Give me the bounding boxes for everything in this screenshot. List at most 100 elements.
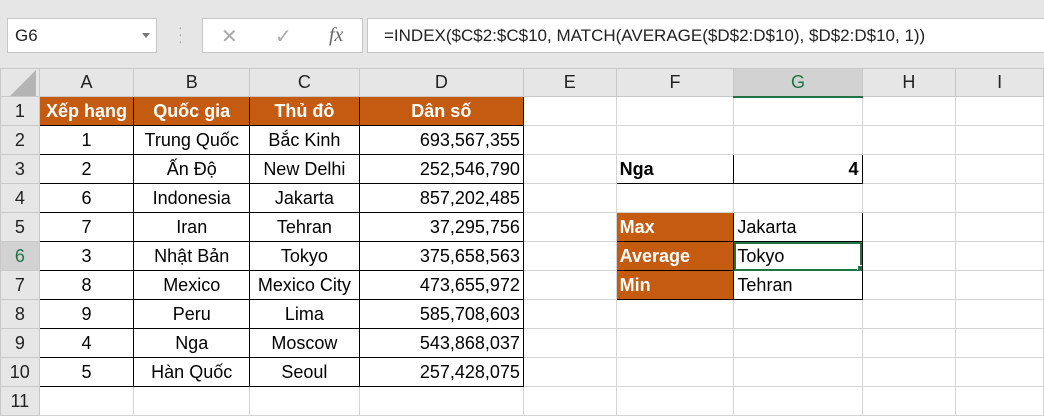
summary-label[interactable]: Average bbox=[615, 241, 735, 271]
cell-I11[interactable] bbox=[955, 386, 1044, 416]
cell-G11[interactable] bbox=[733, 386, 863, 416]
row-header-10[interactable]: 10 bbox=[0, 357, 40, 387]
table-cell[interactable]: Iran bbox=[133, 212, 250, 242]
table-cell[interactable]: 8 bbox=[38, 270, 135, 300]
cell-F9[interactable] bbox=[615, 328, 735, 358]
cell-H5[interactable] bbox=[861, 212, 957, 242]
cell-G4[interactable] bbox=[733, 183, 863, 213]
summary-value[interactable]: Tehran bbox=[733, 270, 863, 300]
table-header-cell[interactable]: Thủ đô bbox=[248, 96, 360, 126]
cell-H9[interactable] bbox=[861, 328, 957, 358]
column-header-F[interactable]: F bbox=[615, 68, 735, 97]
formula-input[interactable]: =INDEX($C$2:$C$10, MATCH(AVERAGE($D$2:D$… bbox=[367, 18, 1044, 53]
column-header-I[interactable]: I bbox=[955, 68, 1044, 97]
cell-F1[interactable] bbox=[615, 96, 735, 126]
table-cell[interactable]: 7 bbox=[38, 212, 135, 242]
table-cell[interactable]: Hàn Quốc bbox=[133, 357, 250, 387]
cell-H2[interactable] bbox=[861, 125, 957, 155]
row-header-11[interactable]: 11 bbox=[0, 386, 40, 416]
table-cell[interactable]: Nga bbox=[133, 328, 250, 358]
table-cell[interactable]: 857,202,485 bbox=[358, 183, 524, 213]
table-cell[interactable]: 2 bbox=[38, 154, 135, 184]
column-header-B[interactable]: B bbox=[133, 68, 250, 97]
row-header-3[interactable]: 3 bbox=[0, 154, 40, 184]
table-cell[interactable]: Indonesia bbox=[133, 183, 250, 213]
table-cell[interactable]: Lima bbox=[248, 299, 360, 329]
row-header-5[interactable]: 5 bbox=[0, 212, 40, 242]
insert-function-icon[interactable]: fx bbox=[329, 24, 343, 47]
column-header-H[interactable]: H bbox=[861, 68, 957, 97]
cell-I3[interactable] bbox=[955, 154, 1044, 184]
cell-A11[interactable] bbox=[38, 386, 135, 416]
lookup-value[interactable]: 4 bbox=[733, 154, 863, 184]
active-cell-G6[interactable]: Tokyo bbox=[733, 241, 863, 271]
drag-handle-icon[interactable]: · · · bbox=[178, 20, 183, 48]
summary-value[interactable]: Jakarta bbox=[733, 212, 863, 242]
table-cell[interactable]: 473,655,972 bbox=[358, 270, 524, 300]
chevron-down-icon[interactable] bbox=[142, 33, 150, 38]
row-header-6[interactable]: 6 bbox=[0, 241, 40, 271]
cell-E11[interactable] bbox=[522, 386, 617, 416]
spreadsheet-grid[interactable]: ABCDEFGHI 1 Xếp hạng Quốc gia Thủ đô Dân số 2… bbox=[0, 68, 1044, 416]
cell-H4[interactable] bbox=[861, 183, 957, 213]
cell-I10[interactable] bbox=[955, 357, 1044, 387]
table-cell[interactable]: 9 bbox=[38, 299, 135, 329]
table-cell[interactable]: Nhật Bản bbox=[133, 241, 250, 271]
cell-D11[interactable] bbox=[358, 386, 524, 416]
row-header-7[interactable]: 7 bbox=[0, 270, 40, 300]
table-cell[interactable]: Mexico bbox=[133, 270, 250, 300]
table-cell[interactable]: 1 bbox=[38, 125, 135, 155]
row-header-2[interactable]: 2 bbox=[0, 125, 40, 155]
table-cell[interactable]: Seoul bbox=[248, 357, 360, 387]
cell-H10[interactable] bbox=[861, 357, 957, 387]
cell-H8[interactable] bbox=[861, 299, 957, 329]
cell-I2[interactable] bbox=[955, 125, 1044, 155]
table-cell[interactable]: Jakarta bbox=[248, 183, 360, 213]
cell-F8[interactable] bbox=[615, 299, 735, 329]
column-header-D[interactable]: D bbox=[358, 68, 524, 97]
cell-C11[interactable] bbox=[248, 386, 360, 416]
fill-handle[interactable] bbox=[856, 265, 862, 270]
row-header-4[interactable]: 4 bbox=[0, 183, 40, 213]
cell-I7[interactable] bbox=[955, 270, 1044, 300]
cell-I8[interactable] bbox=[955, 299, 1044, 329]
cell-H3[interactable] bbox=[861, 154, 957, 184]
cell-E2[interactable] bbox=[522, 125, 617, 155]
cell-E8[interactable] bbox=[522, 299, 617, 329]
cell-I6[interactable] bbox=[955, 241, 1044, 271]
summary-label[interactable]: Max bbox=[615, 212, 735, 242]
cell-F10[interactable] bbox=[615, 357, 735, 387]
table-cell[interactable]: 3 bbox=[38, 241, 135, 271]
table-cell[interactable]: New Delhi bbox=[248, 154, 360, 184]
table-cell[interactable]: Moscow bbox=[248, 328, 360, 358]
cell-E9[interactable] bbox=[522, 328, 617, 358]
cell-G9[interactable] bbox=[733, 328, 863, 358]
cell-E4[interactable] bbox=[522, 183, 617, 213]
name-box[interactable]: G6 bbox=[7, 18, 157, 53]
cell-E6[interactable] bbox=[522, 241, 617, 271]
table-cell[interactable]: Peru bbox=[133, 299, 250, 329]
table-cell[interactable]: Ấn Độ bbox=[133, 154, 250, 184]
cell-E3[interactable] bbox=[522, 154, 617, 184]
cell-G8[interactable] bbox=[733, 299, 863, 329]
table-cell[interactable]: 585,708,603 bbox=[358, 299, 524, 329]
column-header-A[interactable]: A bbox=[38, 68, 135, 97]
column-header-C[interactable]: C bbox=[248, 68, 360, 97]
table-cell[interactable]: Trung Quốc bbox=[133, 125, 250, 155]
row-header-9[interactable]: 9 bbox=[0, 328, 40, 358]
table-header-cell[interactable]: Dân số bbox=[358, 96, 524, 126]
table-cell[interactable]: 6 bbox=[38, 183, 135, 213]
table-cell[interactable]: Tehran bbox=[248, 212, 360, 242]
table-cell[interactable]: 4 bbox=[38, 328, 135, 358]
table-cell[interactable]: Tokyo bbox=[248, 241, 360, 271]
cell-F4[interactable] bbox=[615, 183, 735, 213]
column-header-E[interactable]: E bbox=[522, 68, 617, 97]
cell-H6[interactable] bbox=[861, 241, 957, 271]
cell-H7[interactable] bbox=[861, 270, 957, 300]
table-header-cell[interactable]: Quốc gia bbox=[133, 96, 250, 126]
table-cell[interactable]: 257,428,075 bbox=[358, 357, 524, 387]
table-cell[interactable]: 252,546,790 bbox=[358, 154, 524, 184]
cell-G2[interactable] bbox=[733, 125, 863, 155]
column-header-G[interactable]: G bbox=[733, 68, 863, 98]
table-cell[interactable]: Bắc Kinh bbox=[248, 125, 360, 155]
